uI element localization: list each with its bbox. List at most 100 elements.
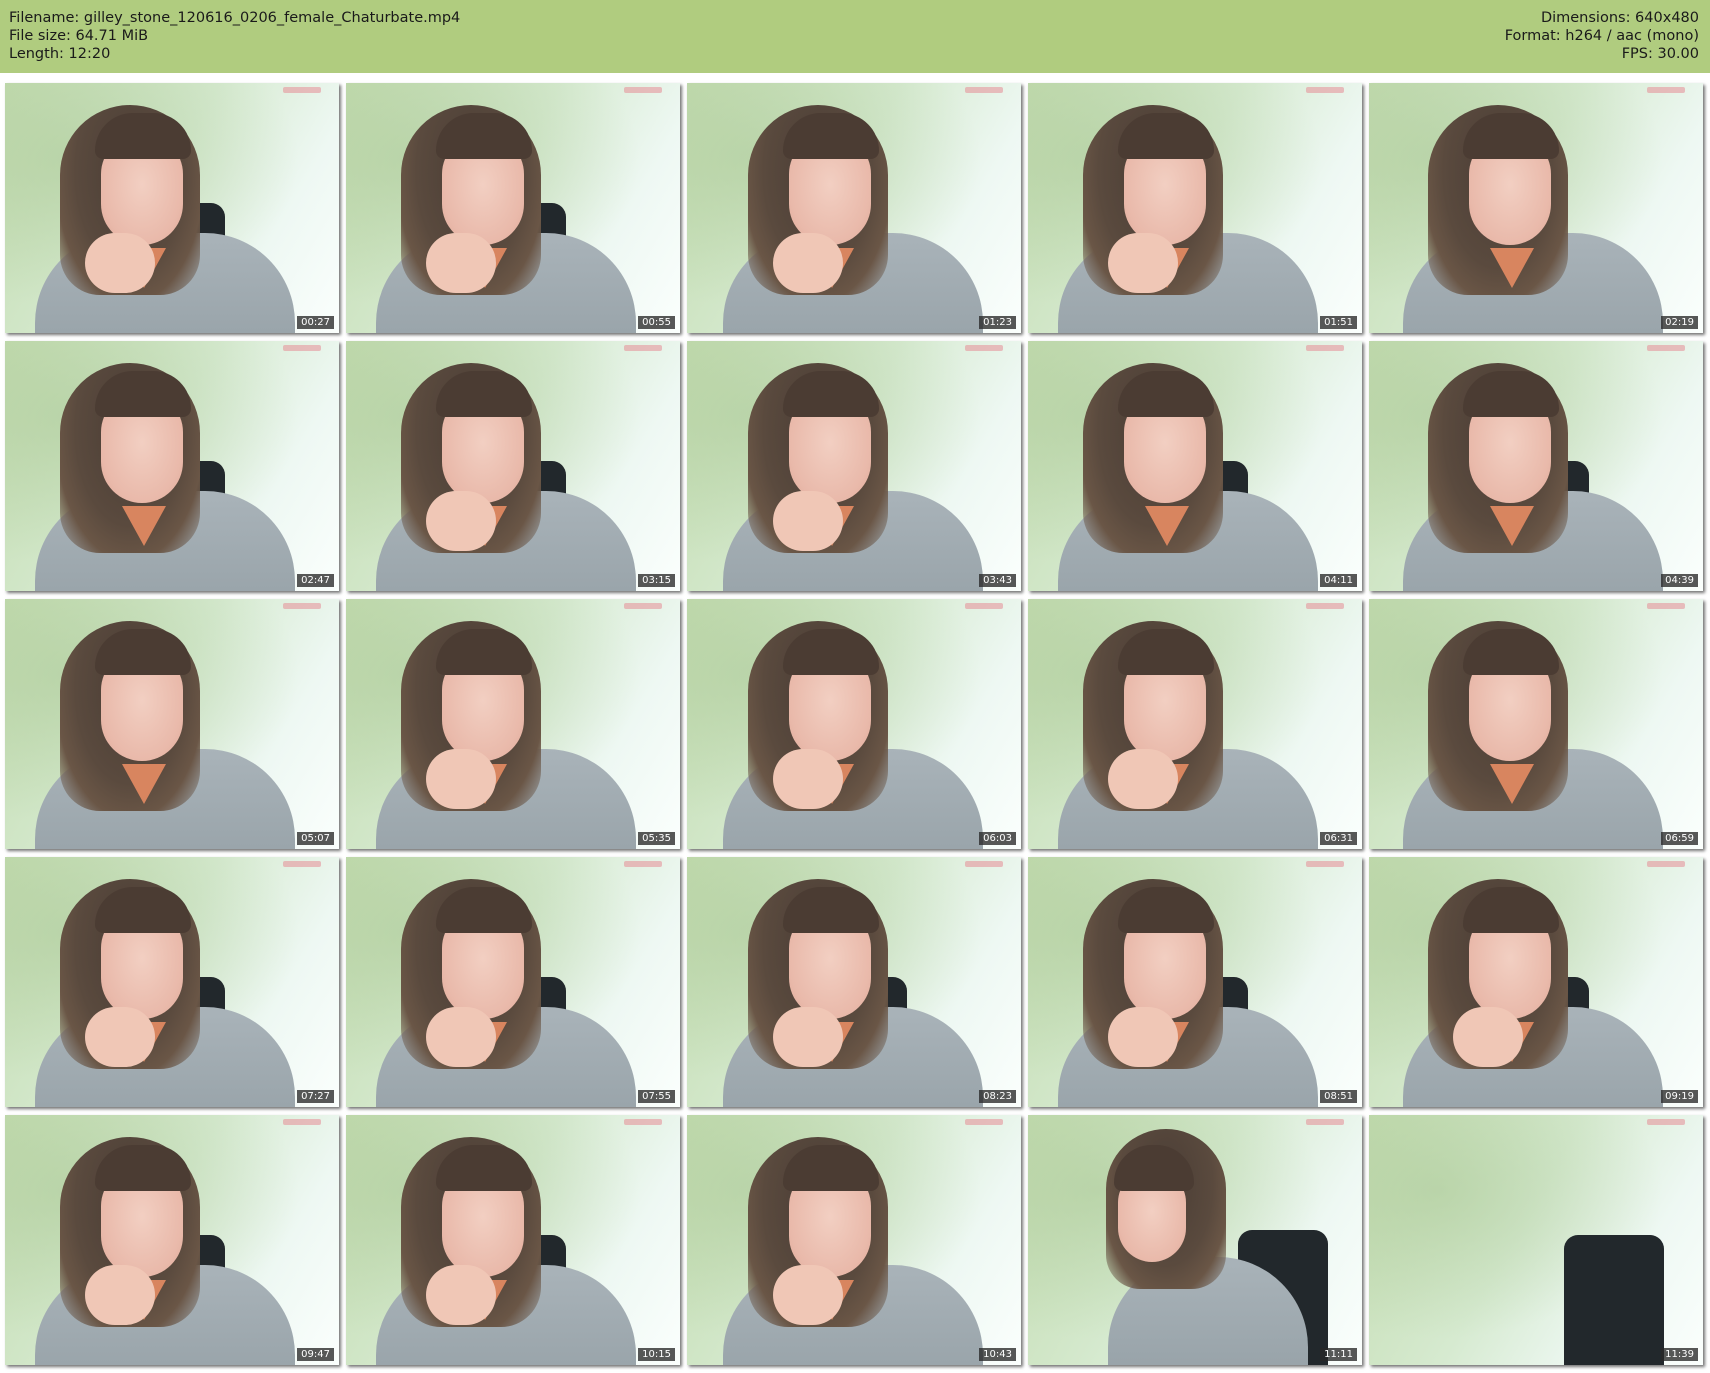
person-hand — [773, 233, 843, 293]
frame-timestamp: 02:19 — [1661, 316, 1698, 329]
watermark-logo — [624, 603, 662, 609]
person-hand — [426, 233, 496, 293]
watermark-logo — [1306, 603, 1344, 609]
frame-timestamp: 06:59 — [1661, 832, 1698, 845]
watermark-logo — [965, 87, 1003, 93]
frame-timestamp: 00:27 — [297, 316, 334, 329]
video-frame-thumbnail: 06:31 — [1028, 599, 1362, 849]
video-frame-thumbnail: 04:39 — [1369, 341, 1703, 591]
video-frame-thumbnail: 05:35 — [346, 599, 680, 849]
video-frame-thumbnail: 10:15 — [346, 1115, 680, 1365]
watermark-logo — [283, 861, 321, 867]
frame-timestamp: 06:31 — [1320, 832, 1357, 845]
person-hand — [426, 1007, 496, 1067]
person-hand — [426, 749, 496, 809]
frame-timestamp: 05:35 — [638, 832, 675, 845]
video-frame-thumbnail: 09:47 — [5, 1115, 339, 1365]
frame-timestamp: 00:55 — [638, 316, 675, 329]
watermark-logo — [1647, 87, 1685, 93]
video-frame-thumbnail: 01:23 — [687, 83, 1021, 333]
video-frame-thumbnail: 00:27 — [5, 83, 339, 333]
watermark-logo — [1306, 87, 1344, 93]
frame-timestamp: 09:19 — [1661, 1090, 1698, 1103]
person-hand — [773, 491, 843, 551]
file-info-left: Filename: gilley_stone_120616_0206_femal… — [9, 9, 460, 63]
video-frame-thumbnail: 03:43 — [687, 341, 1021, 591]
person-hand — [85, 233, 155, 293]
video-frame-thumbnail: 11:39 — [1369, 1115, 1703, 1365]
watermark-logo — [624, 87, 662, 93]
watermark-logo — [1647, 603, 1685, 609]
watermark-logo — [965, 861, 1003, 867]
watermark-logo — [283, 1119, 321, 1125]
watermark-logo — [624, 1119, 662, 1125]
frame-timestamp: 08:23 — [979, 1090, 1016, 1103]
watermark-logo — [965, 603, 1003, 609]
frame-timestamp: 10:15 — [638, 1348, 675, 1361]
watermark-logo — [1647, 345, 1685, 351]
video-frame-thumbnail: 06:59 — [1369, 599, 1703, 849]
frame-timestamp: 02:47 — [297, 574, 334, 587]
person-hand — [426, 1265, 496, 1325]
video-frame-thumbnail: 10:43 — [687, 1115, 1021, 1365]
frame-timestamp: 04:39 — [1661, 574, 1698, 587]
video-frame-thumbnail: 11:11 — [1028, 1115, 1362, 1365]
frame-timestamp: 07:27 — [297, 1090, 334, 1103]
video-frame-thumbnail: 03:15 — [346, 341, 680, 591]
video-frame-thumbnail: 08:23 — [687, 857, 1021, 1107]
person-hand — [1453, 1007, 1523, 1067]
frame-timestamp: 11:39 — [1661, 1348, 1698, 1361]
frame-timestamp: 10:43 — [979, 1348, 1016, 1361]
frame-timestamp: 11:11 — [1320, 1348, 1357, 1361]
video-frame-thumbnail: 02:47 — [5, 341, 339, 591]
person-hand — [85, 1265, 155, 1325]
frame-timestamp: 03:43 — [979, 574, 1016, 587]
watermark-logo — [283, 603, 321, 609]
frame-timestamp: 04:11 — [1320, 574, 1357, 587]
person-hand — [1108, 233, 1178, 293]
video-frame-thumbnail: 09:19 — [1369, 857, 1703, 1107]
frame-timestamp: 08:51 — [1320, 1090, 1357, 1103]
video-frame-thumbnail: 07:27 — [5, 857, 339, 1107]
person-hand — [773, 1007, 843, 1067]
filename-text: Filename: gilley_stone_120616_0206_femal… — [9, 10, 461, 26]
video-frame-thumbnail: 07:55 — [346, 857, 680, 1107]
file-info-right: Dimensions: 640x480 Format: h264 / aac (… — [1505, 9, 1699, 63]
watermark-logo — [624, 861, 662, 867]
dimensions-text: Dimensions: 640x480 — [1540, 10, 1699, 26]
video-frame-thumbnail: 00:55 — [346, 83, 680, 333]
person-hand — [85, 1007, 155, 1067]
person-hand — [773, 749, 843, 809]
frame-timestamp: 01:51 — [1320, 316, 1357, 329]
person-hand — [773, 1265, 843, 1325]
person-hand — [1108, 749, 1178, 809]
length-text: Length: 12:20 — [9, 46, 111, 62]
watermark-logo — [1306, 345, 1344, 351]
thumbnail-grid: 00:27 00:55 01:23 01:51 02:19 02:47 03:15 03:43… — [0, 73, 1710, 1373]
watermark-logo — [965, 345, 1003, 351]
frame-timestamp: 05:07 — [297, 832, 334, 845]
watermark-logo — [965, 1119, 1003, 1125]
filesize-text: File size: 64.71 MiB — [9, 28, 149, 44]
watermark-logo — [1306, 1119, 1344, 1125]
watermark-logo — [1647, 1119, 1685, 1125]
watermark-logo — [1306, 861, 1344, 867]
format-text: Format: h264 / aac (mono) — [1504, 28, 1699, 44]
video-info-header: Filename: gilley_stone_120616_0206_femal… — [0, 0, 1710, 73]
watermark-logo — [283, 345, 321, 351]
frame-timestamp: 09:47 — [297, 1348, 334, 1361]
video-frame-thumbnail: 04:11 — [1028, 341, 1362, 591]
chair-silhouette — [1564, 1235, 1664, 1365]
fps-text: FPS: 30.00 — [1621, 46, 1699, 62]
watermark-logo — [1647, 861, 1685, 867]
video-frame-thumbnail: 05:07 — [5, 599, 339, 849]
frame-timestamp: 07:55 — [638, 1090, 675, 1103]
video-frame-thumbnail: 01:51 — [1028, 83, 1362, 333]
watermark-logo — [283, 87, 321, 93]
video-frame-thumbnail: 06:03 — [687, 599, 1021, 849]
person-hand — [426, 491, 496, 551]
frame-timestamp: 06:03 — [979, 832, 1016, 845]
video-frame-thumbnail: 08:51 — [1028, 857, 1362, 1107]
frame-timestamp: 03:15 — [638, 574, 675, 587]
frame-timestamp: 01:23 — [979, 316, 1016, 329]
